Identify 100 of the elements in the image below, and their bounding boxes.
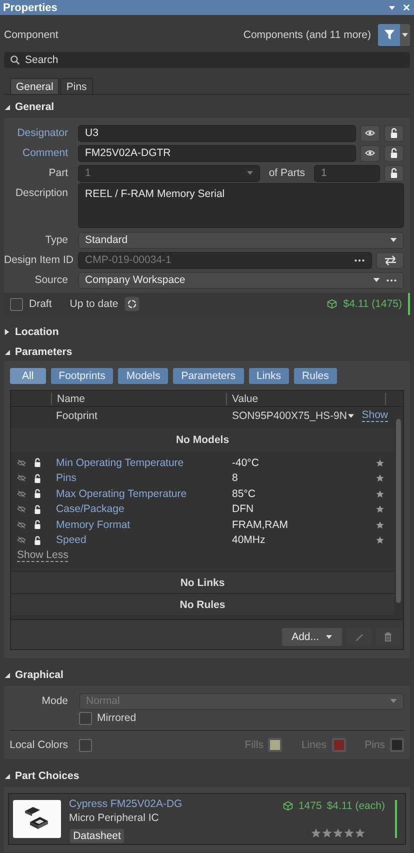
cube-icon bbox=[283, 801, 294, 811]
star-icon[interactable] bbox=[376, 490, 384, 498]
dropdown[interactable]: Company Workspace bbox=[78, 272, 404, 288]
lock-icon[interactable] bbox=[34, 458, 41, 468]
parameter-name: Case/Package bbox=[55, 503, 126, 516]
refresh-button[interactable] bbox=[124, 296, 140, 312]
section-header[interactable]: General bbox=[0, 100, 54, 114]
field-label: Local Colors bbox=[8, 739, 69, 751]
star-icon[interactable] bbox=[376, 536, 384, 544]
checkbox[interactable] bbox=[10, 298, 23, 310]
trash-icon bbox=[384, 632, 392, 642]
hidden-eye-icon[interactable] bbox=[17, 458, 26, 467]
swap-button[interactable] bbox=[376, 252, 404, 268]
star-icon[interactable] bbox=[376, 505, 384, 514]
dropdown-icon[interactable] bbox=[389, 6, 395, 10]
color-swatch[interactable] bbox=[332, 738, 346, 752]
parameter-value: -40°C bbox=[231, 456, 260, 469]
parameter-value: 40MHz bbox=[231, 534, 266, 546]
star-icon[interactable] bbox=[376, 474, 384, 482]
section-header[interactable]: Graphical bbox=[0, 668, 64, 682]
cube-icon bbox=[327, 299, 338, 309]
tab[interactable]: Pins bbox=[60, 78, 93, 94]
star-icon bbox=[311, 828, 321, 838]
more-icon bbox=[354, 258, 365, 262]
filter-dropdown[interactable] bbox=[400, 24, 410, 46]
pencil-icon bbox=[354, 632, 364, 642]
lock-icon[interactable] bbox=[34, 536, 41, 545]
lock-button[interactable] bbox=[384, 144, 404, 162]
lock-icon[interactable] bbox=[34, 489, 41, 498]
add-button[interactable]: Add... bbox=[280, 627, 343, 647]
filter-summary: Components (and 11 more) bbox=[243, 28, 371, 40]
eye-icon bbox=[365, 149, 375, 157]
field-label: Type bbox=[44, 234, 69, 246]
caret-icon bbox=[326, 635, 332, 639]
color-swatch[interactable] bbox=[268, 738, 282, 752]
field-label: of Parts bbox=[268, 167, 305, 179]
caret-icon bbox=[246, 171, 253, 175]
more-icon bbox=[386, 278, 397, 282]
price-text: $4.11 (1475) bbox=[343, 298, 402, 310]
hidden-eye-icon[interactable] bbox=[17, 505, 26, 514]
price-text: $4.11 (each) bbox=[326, 800, 385, 812]
field-label: Mode bbox=[40, 695, 69, 707]
column-header: Value bbox=[226, 392, 385, 404]
input-field[interactable]: U3 bbox=[78, 124, 356, 142]
checkbox[interactable] bbox=[79, 738, 92, 752]
parameter-value: FRAM,RAM bbox=[231, 518, 289, 531]
section-header[interactable]: Location bbox=[0, 325, 59, 339]
field-label: Designator bbox=[16, 127, 69, 139]
input-field[interactable]: FM25V02A-DGTR bbox=[78, 144, 356, 162]
lock-icon[interactable] bbox=[34, 474, 41, 483]
lock-icon[interactable] bbox=[34, 504, 41, 514]
checkbox[interactable] bbox=[79, 712, 92, 724]
star-icon[interactable] bbox=[376, 458, 384, 467]
show-link[interactable]: Show bbox=[362, 410, 388, 422]
text-area[interactable]: REEL / F-RAM Memory Serial bbox=[78, 183, 404, 228]
status-text: Up to date bbox=[70, 298, 118, 310]
lock-icon bbox=[390, 168, 398, 178]
parameter-name: Speed bbox=[55, 534, 88, 546]
datasheet-button[interactable]: Datasheet bbox=[69, 828, 125, 844]
filter-button[interactable] bbox=[378, 24, 400, 46]
field-label: Comment bbox=[21, 147, 69, 159]
lock-button[interactable] bbox=[384, 164, 404, 182]
search-field[interactable]: Search bbox=[4, 52, 410, 68]
visibility-button[interactable] bbox=[360, 144, 380, 162]
lock-button[interactable] bbox=[384, 124, 404, 142]
color-swatch[interactable] bbox=[390, 738, 404, 752]
swap-icon bbox=[384, 254, 396, 266]
close-icon[interactable] bbox=[403, 4, 410, 11]
parameter-value: 85°C bbox=[231, 488, 256, 500]
dropdown[interactable]: Standard bbox=[78, 232, 404, 248]
section-header[interactable]: Parameters bbox=[0, 345, 72, 359]
eye-icon bbox=[365, 129, 375, 137]
object-type: Component bbox=[4, 28, 58, 40]
checkbox-label: Draft bbox=[29, 298, 52, 310]
part-description: Micro Peripheral IC bbox=[69, 812, 160, 824]
star-icon bbox=[344, 828, 354, 838]
search-icon bbox=[10, 55, 20, 65]
filter-icon bbox=[384, 29, 394, 40]
checkbox-label: Mirrored bbox=[97, 712, 136, 724]
parameter-name: Pins bbox=[55, 472, 78, 484]
panel-title: Properties bbox=[3, 2, 58, 14]
hidden-eye-icon[interactable] bbox=[17, 536, 26, 544]
caret-icon bbox=[390, 238, 397, 242]
hidden-eye-icon[interactable] bbox=[17, 520, 26, 529]
parameter-name: Memory Format bbox=[55, 518, 132, 531]
visibility-button[interactable] bbox=[360, 124, 380, 142]
dropdown[interactable]: SON95P400X75_HS-9N bbox=[226, 410, 362, 422]
lock-icon[interactable] bbox=[34, 520, 41, 530]
field-label: Design Item ID bbox=[4, 254, 74, 266]
hidden-eye-icon[interactable] bbox=[17, 490, 26, 498]
section-header[interactable]: Part Choices bbox=[0, 769, 80, 783]
tab[interactable]: General bbox=[10, 78, 60, 94]
refresh-icon bbox=[127, 299, 138, 309]
star-icon[interactable] bbox=[376, 520, 384, 529]
parameter-value: 8 bbox=[231, 472, 239, 484]
parameter-name: Min Operating Temperature bbox=[55, 456, 185, 469]
hidden-eye-icon[interactable] bbox=[17, 474, 26, 482]
caret-icon bbox=[390, 699, 397, 703]
show-less-link[interactable]: Show Less bbox=[17, 550, 68, 562]
lock-icon bbox=[390, 148, 398, 158]
